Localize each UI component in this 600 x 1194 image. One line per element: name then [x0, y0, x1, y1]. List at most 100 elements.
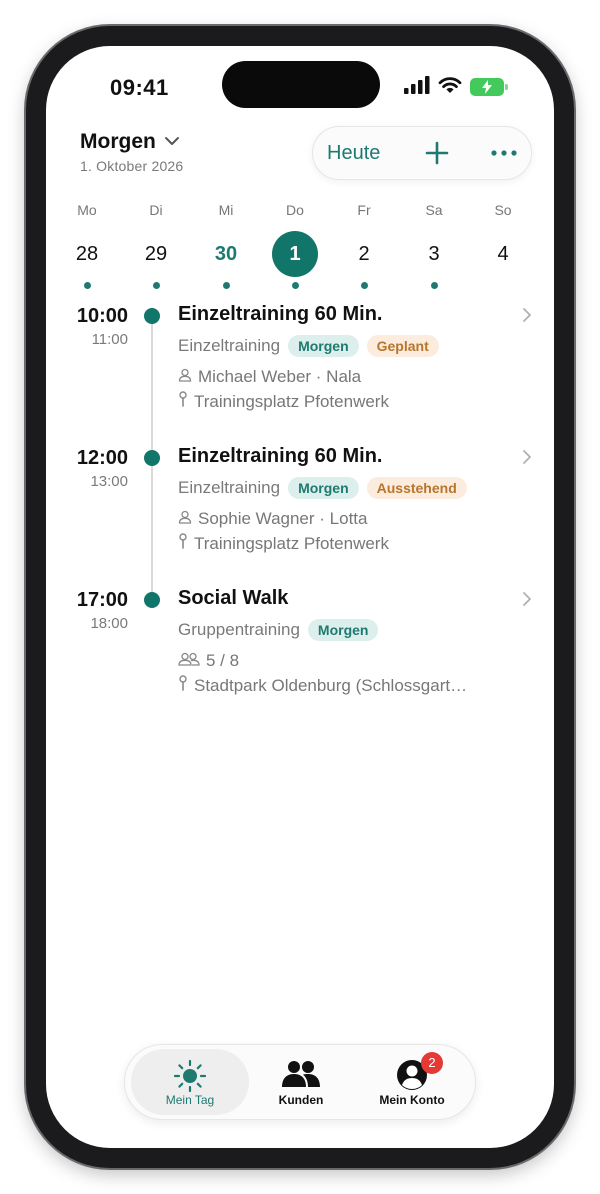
event-end-time: 13:00: [90, 473, 128, 490]
status-badge: Morgen: [288, 335, 359, 357]
weekday-label: Mi: [218, 202, 234, 218]
tab-kunden[interactable]: Kunden: [242, 1049, 360, 1115]
event-end-time: 11:00: [91, 331, 128, 348]
tab-mein-tag[interactable]: Mein Tag: [131, 1049, 249, 1115]
weekday-label: Do: [286, 202, 304, 218]
location-text: Trainingsplatz Pfotenwerk: [194, 391, 389, 411]
event-title: Einzeltraining 60 Min.: [178, 445, 383, 467]
event-meta: Gruppentraining Morgen: [178, 617, 379, 643]
weekday-label: So: [494, 202, 512, 218]
weekday-label: Fr: [357, 202, 371, 218]
location-pin-icon: [178, 675, 188, 696]
day-number: 1: [272, 231, 318, 277]
tab-label: Mein Tag: [165, 1093, 215, 1107]
day-cell[interactable]: Fr 2: [334, 200, 394, 289]
today-button[interactable]: Heute: [327, 142, 399, 165]
chevron-right-icon: [522, 591, 532, 612]
tab-label: Kunden: [278, 1093, 324, 1107]
event-type: Einzeltraining: [178, 478, 281, 497]
weekday-label: Di: [149, 202, 163, 218]
tab-bar: Mein Tag Kunden 2 Mein Konto: [124, 1044, 476, 1120]
event-type: Einzeltraining: [178, 336, 281, 355]
participant-text: Sophie Wagner · Lotta: [198, 509, 368, 528]
weekday-label: Sa: [425, 202, 443, 218]
day-number: 30: [214, 243, 238, 265]
event-location: Trainingsplatz Pfotenwerk: [178, 391, 389, 412]
weekday-label: Mo: [77, 202, 97, 218]
day-number: 3: [428, 243, 440, 265]
event-item[interactable]: 12:00 13:00 Einzeltraining 60 Min. Einzeltr…: [46, 445, 554, 577]
signal-icon: [404, 75, 430, 99]
timeline-dot: [144, 450, 160, 466]
day-cell[interactable]: Mo 28: [57, 200, 117, 289]
event-meta: Einzeltraining Morgen Ausstehend: [178, 475, 467, 501]
notification-badge: 2: [421, 1052, 443, 1074]
person-icon: [178, 367, 192, 387]
event-location: Stadtpark Oldenburg (Schlossgart…: [178, 675, 467, 696]
week-strip: Mo 28 Di 29 Mi 30 Do 1 Fr 2 Sa 3 So 4: [57, 200, 543, 289]
day-cell[interactable]: Di 29: [126, 200, 186, 289]
chevron-right-icon: [522, 307, 532, 328]
day-cell[interactable]: Mi 30: [196, 200, 256, 289]
event-meta: Einzeltraining Morgen Geplant: [178, 333, 439, 359]
dynamic-island: [222, 61, 380, 108]
event-indicator-dot: [291, 282, 299, 289]
status-badge: Morgen: [307, 619, 379, 641]
person-icon: [178, 509, 192, 529]
event-item[interactable]: 17:00 18:00 Social Walk Gruppentraining Morg…: [46, 587, 554, 719]
plus-icon: [425, 141, 449, 165]
event-item[interactable]: 10:00 11:00 Einzeltraining 60 Min. Einzeltr…: [46, 303, 554, 435]
location-text: Trainingsplatz Pfotenwerk: [194, 533, 389, 553]
status-time: 09:41: [110, 75, 169, 100]
event-participants: Michael Weber · Nala: [178, 367, 361, 387]
day-cell[interactable]: So 4: [473, 200, 533, 277]
day-cell[interactable]: Sa 3: [404, 200, 464, 289]
header-actions: Heute: [312, 126, 532, 180]
participant-text: Michael Weber · Nala: [198, 367, 362, 386]
location-pin-icon: [178, 391, 188, 412]
location-text: Stadtpark Oldenburg (Schlossgart…: [194, 675, 468, 695]
day-number: 4: [497, 243, 509, 265]
page-subtitle-date: 1. Oktober 2026: [80, 158, 184, 174]
participant-text: 5 / 8: [206, 651, 240, 670]
status-badge: Geplant: [366, 335, 439, 357]
event-title: Social Walk: [178, 587, 289, 609]
event-title: Einzeltraining 60 Min.: [178, 303, 383, 325]
battery-icon: [470, 78, 508, 96]
more-icon: [491, 150, 517, 156]
event-indicator-dot: [152, 282, 160, 289]
event-type: Gruppentraining: [178, 620, 300, 639]
status-icons: [404, 75, 508, 99]
group-icon: [178, 651, 200, 671]
status-badge: Morgen: [288, 477, 359, 499]
people-icon: [281, 1059, 321, 1094]
phone-frame: 09:41 Morgen 1. Oktober 2026 Heute Mo 28…: [26, 26, 574, 1168]
event-end-time: 18:00: [90, 615, 128, 632]
day-number: 28: [75, 243, 99, 265]
status-badge: Ausstehend: [366, 477, 467, 499]
add-button[interactable]: [423, 139, 451, 167]
tab-label: Mein Konto: [379, 1093, 445, 1107]
screen: 09:41 Morgen 1. Oktober 2026 Heute Mo 28…: [46, 46, 554, 1148]
day-number: 2: [358, 243, 370, 265]
event-start-time: 12:00: [76, 447, 128, 469]
event-participants: 5 / 8: [178, 651, 239, 671]
tab-mein-konto[interactable]: 2 Mein Konto: [353, 1049, 471, 1115]
event-indicator-dot: [360, 282, 368, 289]
event-indicator-dot: [430, 282, 438, 289]
day-number: 29: [144, 243, 168, 265]
timeline-dot: [144, 308, 160, 324]
wifi-icon: [438, 76, 462, 99]
page-title: Morgen: [80, 130, 156, 153]
event-indicator-dot: [83, 282, 91, 289]
event-indicator-dot: [222, 282, 230, 289]
more-button[interactable]: [489, 139, 519, 167]
timeline-dot: [144, 592, 160, 608]
chevron-down-icon: [164, 133, 180, 151]
event-start-time: 10:00: [76, 305, 128, 327]
day-cell[interactable]: Do 1: [265, 200, 325, 289]
event-location: Trainingsplatz Pfotenwerk: [178, 533, 389, 554]
event-start-time: 17:00: [76, 589, 128, 611]
event-participants: Sophie Wagner · Lotta: [178, 509, 367, 529]
date-selector[interactable]: Morgen: [80, 130, 180, 154]
